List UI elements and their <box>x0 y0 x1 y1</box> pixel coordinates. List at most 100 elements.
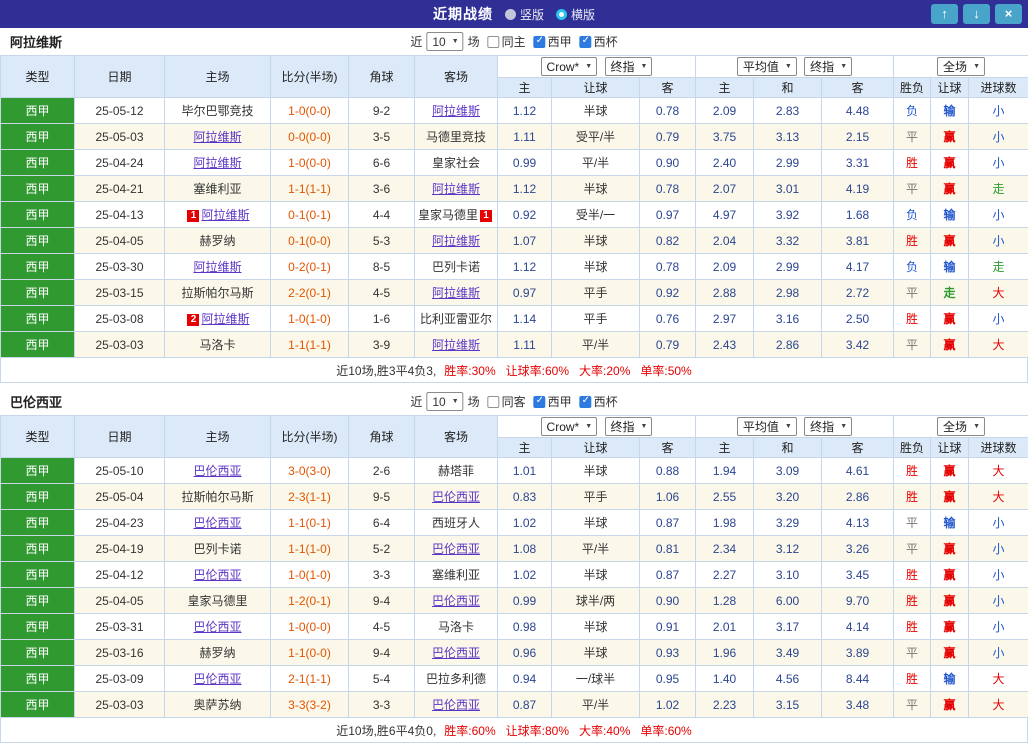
focus-team-link[interactable]: 巴伦西亚 <box>432 698 480 712</box>
score-cell: 0-2(0-1) <box>271 254 349 280</box>
vertical-layout-radio[interactable]: 竖版 <box>505 6 544 23</box>
home-team-cell: 1阿拉维斯 <box>165 202 271 228</box>
col-type: 类型 <box>1 56 75 98</box>
col-asian-line: 让球 <box>552 438 640 458</box>
col-asian-home: 主 <box>498 78 552 98</box>
score-cell: 3-0(3-0) <box>271 458 349 484</box>
horizontal-layout-radio[interactable]: 横版 <box>556 6 595 23</box>
date-cell: 25-03-09 <box>75 666 165 692</box>
cup-checkbox[interactable]: 西杯 <box>580 33 618 50</box>
table-body: 西甲 25-05-12 毕尔巴鄂竞技 1-0(0-0) 9-2 阿拉维斯 1.1… <box>1 98 1028 358</box>
focus-team-link[interactable]: 阿拉维斯 <box>432 338 480 352</box>
league-cell: 西甲 <box>1 176 75 202</box>
matches-table: 类型 日期 主场 比分(半场) 角球 客场 Crow*▼ 终指▼ 平均值▼ 终指… <box>0 55 1028 358</box>
euro-home-odds-cell: 2.97 <box>696 306 754 332</box>
corners-cell: 1-6 <box>349 306 415 332</box>
euro-away-odds-cell: 3.42 <box>822 332 894 358</box>
home-team-cell: 赫罗纳 <box>165 228 271 254</box>
focus-team-link[interactable]: 阿拉维斯 <box>432 104 480 118</box>
radio-label-text: 竖版 <box>520 6 544 23</box>
red-card-badge: 1 <box>187 210 199 222</box>
focus-team-link[interactable]: 阿拉维斯 <box>201 312 249 326</box>
euro-draw-odds-cell: 3.49 <box>754 640 822 666</box>
score-cell: 1-1(0-0) <box>271 640 349 666</box>
focus-team-link[interactable]: 阿拉维斯 <box>432 182 480 196</box>
asian-mode-select[interactable]: 终指▼ <box>605 57 653 76</box>
focus-team-link[interactable]: 巴伦西亚 <box>432 542 480 556</box>
checkbox-label: 西甲 <box>548 33 572 50</box>
checkbox-label: 西甲 <box>548 393 572 410</box>
match-count-select[interactable]: 10▼ <box>426 32 463 51</box>
league-checkbox[interactable]: 西甲 <box>534 393 572 410</box>
focus-team-link[interactable]: 巴伦西亚 <box>193 516 241 530</box>
cup-checkbox[interactable]: 西杯 <box>580 393 618 410</box>
col-away: 客场 <box>415 56 498 98</box>
asian-odds-controls: Crow*▼ 终指▼ <box>498 416 696 438</box>
asian-away-odds-cell: 0.78 <box>640 98 696 124</box>
col-outcome: 胜负 <box>894 438 931 458</box>
same-venue-checkbox[interactable]: 同主 <box>488 33 526 50</box>
checkbox-icon <box>488 396 500 408</box>
focus-team-link[interactable]: 巴伦西亚 <box>193 568 241 582</box>
scope-select[interactable]: 全场▼ <box>937 417 985 436</box>
bookmaker-select[interactable]: Crow*▼ <box>541 57 598 76</box>
focus-team-link[interactable]: 阿拉维斯 <box>193 156 241 170</box>
euro-draw-odds-cell: 3.15 <box>754 692 822 718</box>
outcome-cell: 胜 <box>894 588 931 614</box>
date-cell: 25-04-12 <box>75 562 165 588</box>
euro-avg-select[interactable]: 平均值▼ <box>737 57 797 76</box>
focus-team-link[interactable]: 阿拉维斯 <box>201 208 249 222</box>
focus-team-link[interactable]: 巴伦西亚 <box>432 646 480 660</box>
corners-cell: 3-5 <box>349 124 415 150</box>
same-venue-checkbox[interactable]: 同客 <box>488 393 526 410</box>
asian-handicap-cell: 平/半 <box>552 692 640 718</box>
euro-mode-select[interactable]: 终指▼ <box>804 417 852 436</box>
euro-draw-odds-cell: 2.99 <box>754 150 822 176</box>
focus-team-link[interactable]: 巴伦西亚 <box>193 620 241 634</box>
focus-team-link[interactable]: 巴伦西亚 <box>193 464 241 478</box>
goal-result-cell: 小 <box>969 562 1028 588</box>
asian-mode-select[interactable]: 终指▼ <box>605 417 653 436</box>
league-cell: 西甲 <box>1 332 75 358</box>
asian-away-odds-cell: 0.81 <box>640 536 696 562</box>
focus-team-link[interactable]: 巴伦西亚 <box>432 594 480 608</box>
scope-select[interactable]: 全场▼ <box>937 57 985 76</box>
league-cell: 西甲 <box>1 150 75 176</box>
bookmaker-select-value: Crow* <box>547 420 580 434</box>
handicap-result-cell: 输 <box>931 254 969 280</box>
handicap-result-cell: 赢 <box>931 536 969 562</box>
match-row: 西甲 25-04-05 皇家马德里 1-2(0-1) 9-4 巴伦西亚 0.99… <box>1 588 1028 614</box>
euro-avg-select[interactable]: 平均值▼ <box>737 417 797 436</box>
focus-team-link[interactable]: 阿拉维斯 <box>193 260 241 274</box>
focus-team-link[interactable]: 巴伦西亚 <box>432 490 480 504</box>
date-cell: 25-03-15 <box>75 280 165 306</box>
focus-team-link[interactable]: 阿拉维斯 <box>432 234 480 248</box>
score-cell: 1-1(1-0) <box>271 536 349 562</box>
euro-mode-select[interactable]: 终指▼ <box>804 57 852 76</box>
bookmaker-select[interactable]: Crow*▼ <box>541 417 598 436</box>
corners-cell: 4-4 <box>349 202 415 228</box>
match-row: 西甲 25-04-21 塞维利亚 1-1(1-1) 3-6 阿拉维斯 1.12 … <box>1 176 1028 202</box>
match-count-select[interactable]: 10▼ <box>426 392 463 411</box>
league-checkbox[interactable]: 西甲 <box>534 33 572 50</box>
corners-cell: 9-5 <box>349 484 415 510</box>
move-down-button[interactable]: ↓ <box>963 4 990 24</box>
close-button[interactable]: × <box>995 4 1022 24</box>
asian-away-odds-cell: 0.90 <box>640 150 696 176</box>
outcome-cell: 胜 <box>894 614 931 640</box>
focus-team-link[interactable]: 巴伦西亚 <box>193 672 241 686</box>
col-handicap-result: 让球 <box>931 78 969 98</box>
league-cell: 西甲 <box>1 692 75 718</box>
move-up-button[interactable]: ↑ <box>931 4 958 24</box>
score-cell: 0-1(0-0) <box>271 228 349 254</box>
asian-handicap-cell: 平/半 <box>552 332 640 358</box>
goal-result-cell: 大 <box>969 666 1028 692</box>
asian-away-odds-cell: 0.76 <box>640 306 696 332</box>
focus-team-link[interactable]: 阿拉维斯 <box>432 286 480 300</box>
focus-team-link[interactable]: 阿拉维斯 <box>193 130 241 144</box>
col-euro-away: 客 <box>822 78 894 98</box>
chevron-down-icon: ▼ <box>840 423 847 430</box>
asian-handicap-cell: 半球 <box>552 562 640 588</box>
date-cell: 25-04-21 <box>75 176 165 202</box>
handicap-result-cell: 赢 <box>931 332 969 358</box>
